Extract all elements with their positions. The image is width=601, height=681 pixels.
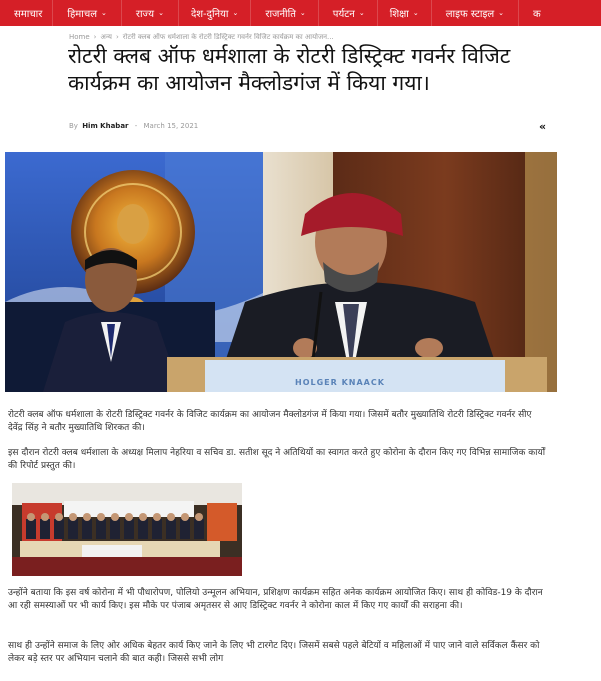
chevron-down-icon: ⌄ [299, 9, 306, 17]
nav-item-label: क [533, 9, 541, 20]
chevron-down-icon: ⌄ [100, 9, 107, 17]
article-inline-image [12, 483, 242, 576]
nav-item-label: राज्य [135, 9, 155, 20]
nav-item-label: राजनीति [265, 9, 296, 20]
nav-item-rajniti[interactable]: राजनीति ⌄ [251, 0, 317, 26]
article-paragraph: रोटरी क्लब ऑफ धर्मशाला के रोटरी डिस्ट्रि… [8, 410, 532, 433]
nav-item-more[interactable]: क [519, 0, 541, 26]
author-link[interactable]: Him Khabar [82, 122, 128, 130]
nav-item-label: पर्यटन [332, 9, 355, 20]
breadcrumb-current: रोटरी क्लब ऑफ धर्मशाला के रोटरी डिस्ट्रि… [122, 33, 334, 41]
podium-banner-text: HOLGER KNAACK [295, 378, 385, 387]
share-icon[interactable]: « [539, 120, 546, 133]
article-paragraph: साथ ही उन्होंने समाज के लिए ओर अधिक बेहत… [8, 641, 540, 664]
article-hero-image: HOLGER KNAACK [5, 152, 557, 392]
breadcrumb-home-link[interactable]: Home [69, 33, 90, 41]
nav-item-paryatan[interactable]: पर्यटन ⌄ [319, 0, 377, 26]
nav-item-label: शिक्षा [389, 9, 409, 20]
nav-item-samachar[interactable]: समाचार [0, 0, 52, 26]
article-title: रोटरी क्लब ऑफ धर्मशाला के रोटरी डिस्ट्रि… [68, 44, 511, 95]
breadcrumb-separator: › [115, 33, 119, 41]
nav-item-shiksha[interactable]: शिक्षा ⌄ [378, 0, 431, 26]
top-navigation: समाचार हिमाचल ⌄ राज्य ⌄ देश-दुनिया ⌄ राजनीत… [0, 0, 601, 26]
nav-item-himachal[interactable]: हिमाचल ⌄ [53, 0, 120, 26]
article-paragraph: उन्होंने बताया कि इस वर्ष कोरोना में भी … [8, 588, 543, 611]
nav-item-label: देश-दुनिया [190, 9, 229, 20]
publish-date: March 15, 2021 [143, 122, 199, 130]
breadcrumb: Home › अन्य › रोटरी क्लब ऑफ धर्मशाला के रोटर… [69, 33, 539, 42]
nav-item-label: हिमाचल [67, 9, 97, 20]
nav-item-desh-duniya[interactable]: देश-दुनिया ⌄ [179, 0, 250, 26]
article-meta: By Him Khabar - March 15, 2021 [69, 122, 198, 130]
meta-separator: - [134, 122, 138, 130]
breadcrumb-separator: › [93, 33, 97, 41]
chevron-down-icon: ⌄ [158, 9, 164, 17]
breadcrumb-category-link[interactable]: अन्य [100, 33, 111, 41]
byline-prefix: By [69, 122, 78, 130]
chevron-down-icon: ⌄ [232, 9, 239, 17]
nav-item-rajya[interactable]: राज्य ⌄ [122, 0, 178, 26]
nav-item-label: समाचार [14, 9, 43, 20]
chevron-down-icon: ⌄ [358, 9, 365, 17]
chevron-down-icon: ⌄ [412, 9, 419, 17]
nav-item-label: लाइफ स्टाइल [445, 9, 495, 20]
article-paragraph: इस दौरान रोटरी क्लब धर्मशाला के अध्यक्ष … [8, 448, 546, 471]
chevron-down-icon: ⌄ [498, 9, 505, 17]
nav-item-lifestyle[interactable]: लाइफ स्टाइल ⌄ [432, 0, 518, 26]
